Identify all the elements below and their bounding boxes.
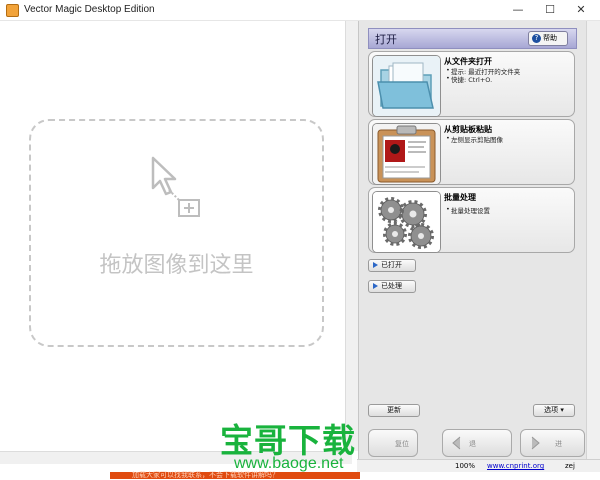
help-button[interactable]: ? 帮助 [528, 31, 568, 46]
minimize-button[interactable]: — [503, 0, 533, 20]
drag-drop-icon [151, 156, 200, 217]
canvas-vertical-scrollbar[interactable] [345, 21, 358, 451]
card-line: 左侧显示剪贴图像 [446, 134, 503, 144]
help-icon: ? [532, 34, 541, 43]
zoom-level: 100% [455, 462, 476, 470]
options-button[interactable]: 选项 ▾ [533, 404, 575, 417]
panel-title: 打开 [375, 33, 397, 46]
forward-label: 进 [555, 440, 562, 448]
watermark: 宝哥下载 www.baoge.net [212, 414, 387, 476]
close-button[interactable]: ✕ [566, 0, 596, 20]
status-bar: 100% www.cnprint.org zej [357, 459, 600, 472]
processed-button[interactable]: 已处理 [368, 280, 416, 293]
back-button[interactable]: 退 [442, 429, 512, 457]
back-arrow-icon [452, 436, 461, 450]
maximize-button[interactable]: ☐ [535, 0, 565, 20]
opened-label: 已打开 [381, 261, 402, 269]
gears-icon [372, 191, 441, 253]
card-line: 快捷: Ctrl+O. [446, 74, 492, 84]
forward-button[interactable]: 进 [520, 429, 585, 457]
window-title: Vector Magic Desktop Edition [24, 4, 155, 15]
reset-label: 复位 [395, 440, 409, 448]
chevron-down-icon: ▾ [558, 406, 564, 414]
paste-from-clipboard-card[interactable]: 从剪贴板粘贴 左侧显示剪贴图像 [368, 119, 575, 185]
watermark-url: www.baoge.net [234, 455, 344, 472]
panel-vertical-scrollbar[interactable] [586, 21, 600, 459]
back-label: 退 [469, 440, 476, 448]
processed-label: 已处理 [381, 282, 402, 290]
status-extra: zej [565, 462, 575, 470]
clipboard-icon [372, 123, 441, 185]
open-from-folder-card[interactable]: 从文件夹打开 提示: 最近打开的文件夹 快捷: Ctrl+O. [368, 51, 575, 117]
opened-button[interactable]: 已打开 [368, 259, 416, 272]
panel-header: 打开 ? 帮助 [368, 28, 577, 49]
help-label: 帮助 [543, 34, 557, 42]
play-icon [373, 283, 378, 289]
canvas-area[interactable]: 拖放图像到这里 [0, 21, 345, 451]
card-title: 批量处理 [444, 193, 476, 202]
folder-icon [372, 55, 441, 117]
batch-process-card[interactable]: 批量处理 批量处理设置 [368, 187, 575, 253]
forward-arrow-icon [531, 436, 540, 450]
drop-text: 拖放图像到这里 [99, 253, 254, 278]
card-line: 批量处理设置 [446, 205, 490, 215]
options-label: 选项 [544, 406, 559, 414]
play-icon [373, 262, 378, 268]
drop-zone[interactable]: 拖放图像到这里 [29, 119, 324, 347]
app-icon [6, 4, 19, 17]
website-link[interactable]: www.cnprint.org [487, 462, 544, 470]
title-bar: Vector Magic Desktop Edition — ☐ ✕ [0, 0, 600, 21]
